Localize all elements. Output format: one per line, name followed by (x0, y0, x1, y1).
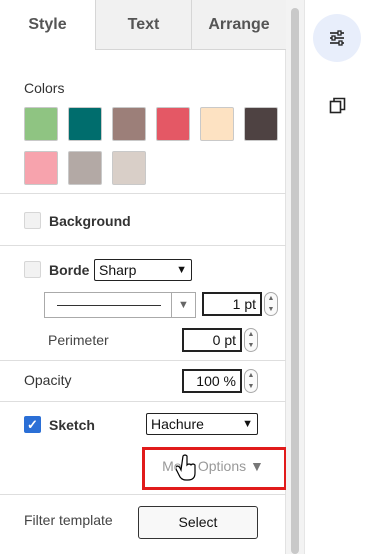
color-swatch[interactable] (156, 107, 190, 141)
color-swatch[interactable] (244, 107, 278, 141)
border-style-value: Sharp (99, 262, 137, 278)
tab-text[interactable]: Text (96, 0, 192, 50)
side-toolbar (304, 0, 369, 554)
color-swatch[interactable] (68, 151, 102, 185)
sliders-icon (330, 30, 344, 46)
color-swatch[interactable] (24, 151, 58, 185)
perimeter-input[interactable]: 0 pt (182, 328, 242, 352)
divider (0, 245, 286, 246)
opacity-label: Opacity (24, 372, 72, 388)
filter-template-label: Filter template (24, 512, 113, 528)
perimeter-label: Perimeter (48, 332, 109, 348)
border-label: Borde (49, 262, 90, 278)
background-checkbox[interactable] (24, 212, 41, 229)
color-swatch[interactable] (112, 151, 146, 185)
perimeter-stepper[interactable]: ▲ ▼ (244, 328, 258, 352)
chevron-down-icon: ▼ (176, 264, 187, 276)
tab-style[interactable]: Style (0, 0, 96, 50)
format-panel-button[interactable] (313, 14, 361, 62)
chevron-down-icon: ▼ (171, 293, 195, 317)
scrollbar-thumb[interactable] (291, 8, 299, 554)
sketch-label: Sketch (49, 417, 95, 433)
chevron-down-icon: ▼ (242, 418, 253, 430)
color-swatch[interactable] (200, 107, 234, 141)
border-style-select[interactable]: Sharp ▼ (94, 259, 192, 281)
colors-label: Colors (24, 80, 65, 96)
sketch-style-value: Hachure (151, 416, 204, 432)
opacity-stepper[interactable]: ▲ ▼ (244, 369, 258, 393)
color-swatch[interactable] (112, 107, 146, 141)
background-label: Background (49, 213, 131, 229)
divider (0, 360, 286, 361)
line-style-select[interactable]: ▼ (44, 292, 196, 318)
border-width-input[interactable]: 1 pt (202, 292, 262, 316)
copy-icon[interactable] (329, 97, 346, 114)
opacity-input[interactable]: 100 % (182, 369, 242, 393)
line-preview (57, 305, 161, 306)
color-swatch[interactable] (68, 107, 102, 141)
sketch-style-select[interactable]: Hachure ▼ (146, 413, 258, 435)
border-width-stepper[interactable]: ▲ ▼ (264, 292, 278, 316)
divider (0, 494, 286, 495)
divider (0, 401, 286, 402)
highlight-box (142, 447, 287, 490)
color-swatch[interactable] (24, 107, 58, 141)
hand-cursor-icon (176, 454, 196, 481)
format-tabs: Style Text Arrange (0, 0, 286, 50)
border-checkbox[interactable] (24, 261, 41, 278)
select-button[interactable]: Select (138, 506, 258, 539)
tab-arrange[interactable]: Arrange (192, 0, 286, 50)
divider (0, 193, 286, 194)
sketch-checkbox[interactable]: ✓ (24, 416, 41, 433)
